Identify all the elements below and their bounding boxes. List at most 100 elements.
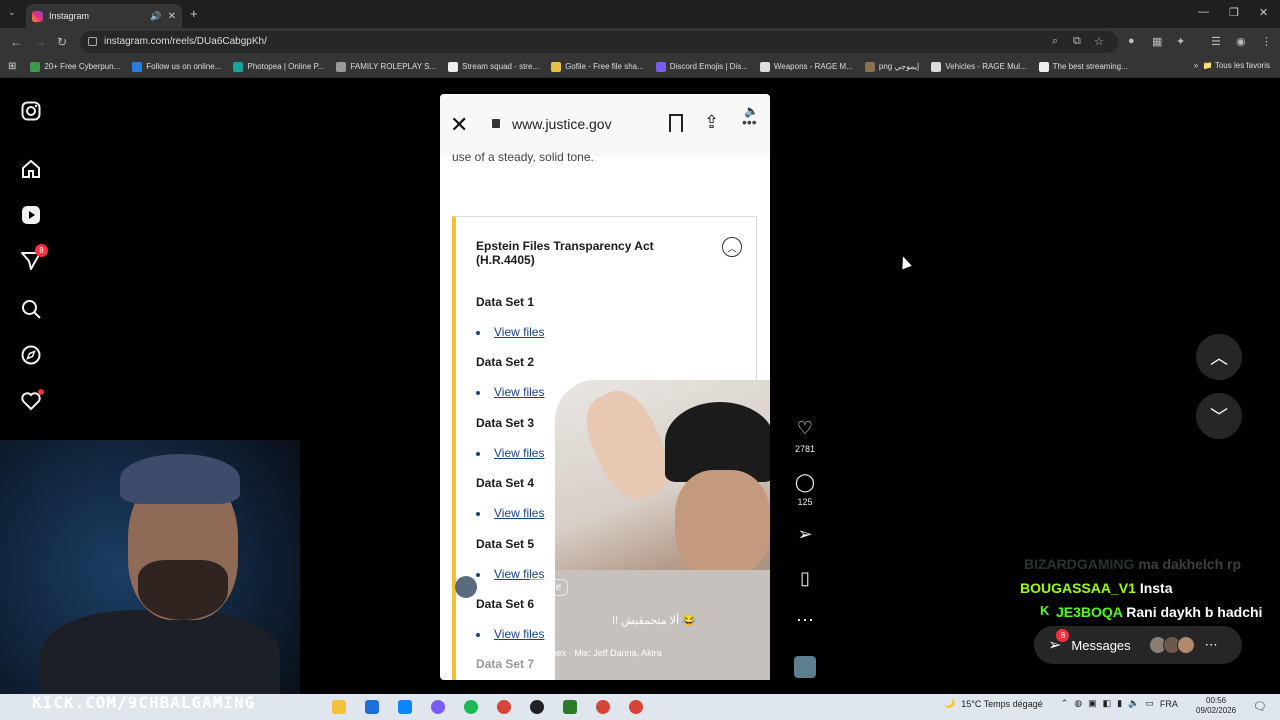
- chrome-icon[interactable]: [596, 700, 610, 714]
- search-icon[interactable]: [20, 298, 42, 320]
- view-files-link: View files: [494, 325, 545, 339]
- share-send-icon[interactable]: ➢: [794, 524, 816, 545]
- bookmark-item[interactable]: 20+ Free Cyberpun...: [30, 61, 120, 72]
- tab-list-chevron-icon[interactable]: ⌄: [8, 7, 16, 18]
- bookmark-item[interactable]: The best streaming...: [1038, 61, 1128, 72]
- bullet: [476, 512, 480, 516]
- chrome-icon[interactable]: [497, 700, 511, 714]
- zoom-icon[interactable]: ⌕: [1052, 35, 1058, 48]
- reels-icon[interactable]: [20, 204, 42, 226]
- messages-label: Messages: [1071, 637, 1131, 653]
- minimize-icon[interactable]: —: [1198, 6, 1209, 18]
- tab-bar: ⌄ Instagram 🔊 ✕ + — ❐ ✕: [0, 0, 1280, 28]
- reel-author[interactable]: t4.unex Suivre: [455, 576, 569, 598]
- tray-overflow-icon[interactable]: ⌃: [1061, 698, 1069, 709]
- chrome-icon[interactable]: [629, 700, 643, 714]
- comment-icon[interactable]: ◯: [794, 472, 816, 493]
- username[interactable]: t4.unex: [485, 582, 518, 593]
- extensions-puzzle-icon[interactable]: ✦: [1176, 35, 1185, 48]
- site-info-icon[interactable]: [88, 37, 97, 46]
- avatar: [1176, 636, 1195, 654]
- bookmark-star-icon[interactable]: ☆: [1094, 35, 1104, 48]
- bookmark-item[interactable]: Weapons - RAGE M...: [759, 61, 853, 72]
- tab-close-icon[interactable]: ✕: [168, 11, 176, 22]
- forward-icon[interactable]: →: [34, 35, 46, 49]
- spotify-icon[interactable]: [464, 700, 478, 714]
- tab-audio-icon[interactable]: 🔊: [150, 11, 161, 22]
- menu-kebab-icon[interactable]: ⋮: [1261, 35, 1272, 48]
- body-shape: [40, 610, 280, 700]
- bookmark-icon: [669, 114, 683, 132]
- bookmark-item[interactable]: Stream squad - stre...: [448, 61, 539, 72]
- bookmark-item[interactable]: Follow us on online...: [132, 61, 221, 72]
- back-icon[interactable]: ←: [10, 35, 22, 49]
- chat-user: BIZARDGAMING: [1024, 556, 1135, 572]
- bookmark-item[interactable]: Photopea | Online P...: [233, 61, 324, 72]
- restore-icon[interactable]: ❐: [1229, 6, 1239, 19]
- all-bookmarks-label: Tous les favoris: [1214, 61, 1270, 70]
- chat-user: JE3BOQA: [1056, 604, 1123, 620]
- apps-grid-icon[interactable]: ⊞: [8, 61, 16, 72]
- data-set-label: Data Set 4: [476, 476, 535, 490]
- bookmark-item[interactable]: Vehicles - RAGE Mul...: [931, 61, 1027, 72]
- microphone-icon[interactable]: ▮: [1117, 698, 1122, 709]
- notifications-icon[interactable]: 🗨: [1253, 700, 1267, 713]
- outlook-icon[interactable]: [398, 700, 412, 714]
- install-icon[interactable]: ⧉: [1073, 35, 1081, 48]
- follow-button[interactable]: Suivre: [525, 578, 569, 596]
- tab-instagram[interactable]: Instagram 🔊 ✕: [26, 4, 182, 28]
- data-set-label: Data Set 6: [476, 597, 535, 611]
- home-icon[interactable]: [20, 158, 42, 180]
- reel-audio[interactable]: ♫ Hill Revelation · t4.unex · Mix: Jeff …: [462, 648, 662, 658]
- url-bar[interactable]: instagram.com/reels/DUa6CabgpKh/: [80, 31, 1118, 53]
- bookmark-item[interactable]: FAMILY ROLEPLAY S...: [336, 61, 436, 72]
- all-bookmarks[interactable]: » 📁 Tous les favoris: [1194, 61, 1270, 70]
- chat-message: K JE3BOQA Rani daykh b hadchi: [1040, 603, 1262, 620]
- weather-label[interactable]: 15°C Temps dégagé: [961, 699, 1043, 709]
- bullet: [476, 633, 480, 637]
- messages-button[interactable]: ➢ 8 Messages ⋯: [1034, 626, 1242, 664]
- window-close-icon[interactable]: ✕: [1259, 6, 1268, 19]
- language-label[interactable]: FRA: [1160, 699, 1178, 709]
- qr-icon[interactable]: ▦: [1152, 35, 1162, 48]
- bookmark-item[interactable]: Discord Emojis | Dis...: [655, 61, 748, 72]
- new-tab-icon[interactable]: +: [190, 6, 198, 21]
- share-icon: ⇪: [704, 112, 720, 132]
- data-set-label: Data Set 5: [476, 537, 535, 551]
- reload-icon[interactable]: ↻: [57, 35, 67, 49]
- notifications-heart-icon[interactable]: [20, 389, 44, 412]
- bookmark-item[interactable]: Gofile - Free file sha...: [551, 61, 644, 72]
- battery-icon[interactable]: ▭: [1145, 698, 1154, 709]
- tray-app-icon[interactable]: ◍: [1074, 698, 1082, 709]
- explore-icon[interactable]: [20, 344, 42, 366]
- network-icon[interactable]: ◧: [1103, 698, 1112, 709]
- reading-list-icon[interactable]: ☰: [1211, 35, 1221, 48]
- extension-icon[interactable]: ●: [1128, 35, 1135, 47]
- volume-icon[interactable]: 🔈: [1128, 698, 1139, 709]
- bullet: [476, 391, 480, 395]
- chat-message: BOUGASSAA_V1 Insta: [1020, 580, 1173, 596]
- instagram-logo-icon[interactable]: [20, 100, 42, 122]
- file-explorer-icon[interactable]: [332, 700, 346, 714]
- weather-icon[interactable]: 🌙: [944, 698, 955, 709]
- bullet: [476, 331, 480, 335]
- terminal-icon[interactable]: [563, 700, 577, 714]
- clock[interactable]: 00:56 09/02/2026: [1196, 696, 1236, 716]
- audio-thumbnail[interactable]: [794, 656, 816, 678]
- reel-caption[interactable]: !! ألا متحمقيش 😂: [612, 614, 696, 627]
- previous-reel-button[interactable]: ︿: [1196, 334, 1242, 380]
- discord-icon[interactable]: [431, 700, 445, 714]
- profile-avatar-icon[interactable]: ◉: [1236, 35, 1246, 48]
- bookmark-item[interactable]: png إيموجي: [864, 61, 919, 72]
- save-bookmark-icon[interactable]: ▯: [794, 568, 816, 589]
- like-heart-icon[interactable]: ♡: [794, 418, 816, 439]
- avatar[interactable]: [455, 576, 477, 598]
- obs-icon[interactable]: [530, 700, 544, 714]
- tray-app-icon[interactable]: ▣: [1088, 698, 1097, 709]
- bookmark-label: Weapons - RAGE M...: [773, 62, 853, 71]
- store-icon[interactable]: [365, 700, 379, 714]
- direct-messages-icon[interactable]: 8: [20, 244, 48, 272]
- more-options-icon[interactable]: ⋯: [794, 610, 816, 631]
- bookmark-label: Discord Emojis | Dis...: [669, 62, 748, 71]
- next-reel-button[interactable]: ﹀: [1196, 393, 1242, 439]
